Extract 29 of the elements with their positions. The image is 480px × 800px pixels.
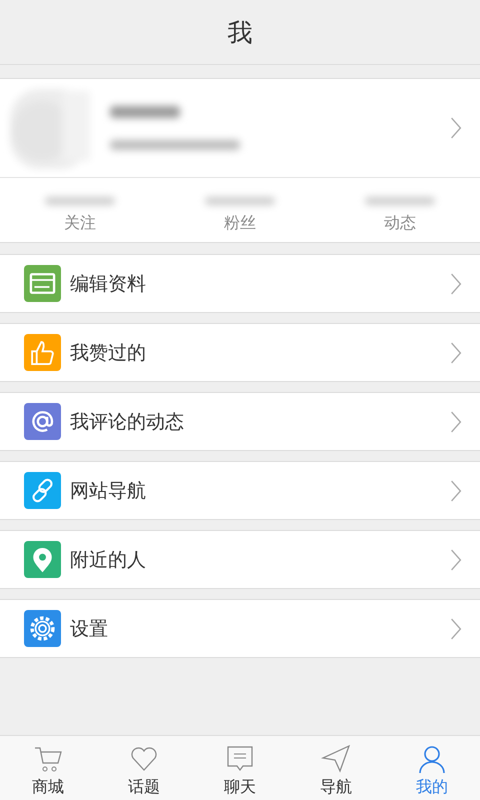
menu-item[interactable]: 网站导航 xyxy=(0,461,480,520)
chevron-icon xyxy=(450,342,462,364)
profile-card[interactable]: 关注 粉丝 动态 xyxy=(0,78,480,243)
chevron-icon xyxy=(450,117,462,139)
stat-label: 关注 xyxy=(64,213,96,234)
blurred-count xyxy=(205,197,275,205)
chevron-icon xyxy=(450,618,462,640)
menu-item[interactable]: 我赞过的 xyxy=(0,323,480,382)
blurred-name xyxy=(110,106,180,118)
person-icon xyxy=(416,743,448,775)
stat-label: 动态 xyxy=(384,213,416,234)
stat-label: 粉丝 xyxy=(224,213,256,234)
menu-item[interactable]: 编辑资料 xyxy=(0,254,480,313)
page-title: 我 xyxy=(228,16,252,48)
nav-tab[interactable]: 聊天 xyxy=(192,736,288,800)
blurred-count xyxy=(365,197,435,205)
chevron-icon xyxy=(450,480,462,502)
chevron-icon xyxy=(450,410,462,432)
chevron-icon xyxy=(450,548,462,570)
menu-item[interactable]: 我评论的动态 xyxy=(0,392,480,451)
chevron-icon xyxy=(450,272,462,294)
nav-tab[interactable]: 我的 xyxy=(384,736,480,800)
menu-item[interactable]: 附近的人 xyxy=(0,530,480,589)
send-icon xyxy=(320,743,352,775)
nav-tab[interactable]: 导航 xyxy=(288,736,384,800)
menu-item[interactable]: 设置 xyxy=(0,599,480,658)
blurred-count xyxy=(45,197,115,205)
nav-tab[interactable]: 话题 xyxy=(96,736,192,800)
nav-tab[interactable]: 商城 xyxy=(0,736,96,800)
